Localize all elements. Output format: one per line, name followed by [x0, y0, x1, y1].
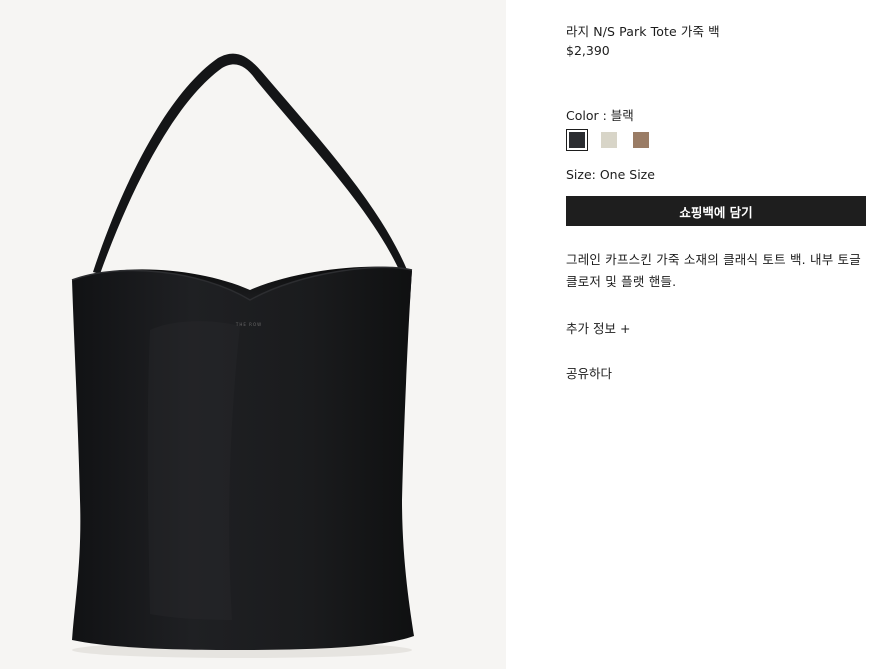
- bag-strap: [93, 53, 408, 274]
- color-swatches: [566, 129, 662, 151]
- color-swatch-ivory[interactable]: [598, 129, 620, 151]
- product-title: 라지 N/S Park Tote 가죽 백: [566, 24, 720, 39]
- color-swatch-black[interactable]: [566, 129, 588, 151]
- product-description: 그레인 카프스킨 가죽 소재의 클래식 토트 백. 내부 토글 클로저 및 플랫…: [566, 252, 861, 289]
- product-details: 라지 N/S Park Tote 가죽 백 $2,390 Color : 블랙 …: [566, 0, 866, 669]
- swatch-fill-taupe: [633, 132, 649, 148]
- add-to-bag-button[interactable]: 쇼핑백에 담기: [566, 196, 866, 226]
- size-label: Size: One Size: [566, 167, 655, 182]
- product-price: $2,390: [566, 43, 610, 58]
- more-info-toggle[interactable]: 추가 정보 +: [566, 318, 630, 337]
- product-image[interactable]: THE ROW: [0, 0, 506, 669]
- color-swatch-taupe[interactable]: [630, 129, 652, 151]
- tote-bag-illustration: THE ROW: [71, 53, 414, 658]
- share-link[interactable]: 공유하다: [566, 363, 612, 382]
- product-page: THE ROW 라지 N/S Park Tote 가죽 백 $2,390 Col…: [0, 0, 893, 669]
- swatch-fill-black: [569, 132, 585, 148]
- swatch-fill-ivory: [601, 132, 617, 148]
- color-label: Color : 블랙: [566, 108, 634, 123]
- bag-highlight: [147, 321, 240, 620]
- bag-logo: THE ROW: [235, 322, 262, 327]
